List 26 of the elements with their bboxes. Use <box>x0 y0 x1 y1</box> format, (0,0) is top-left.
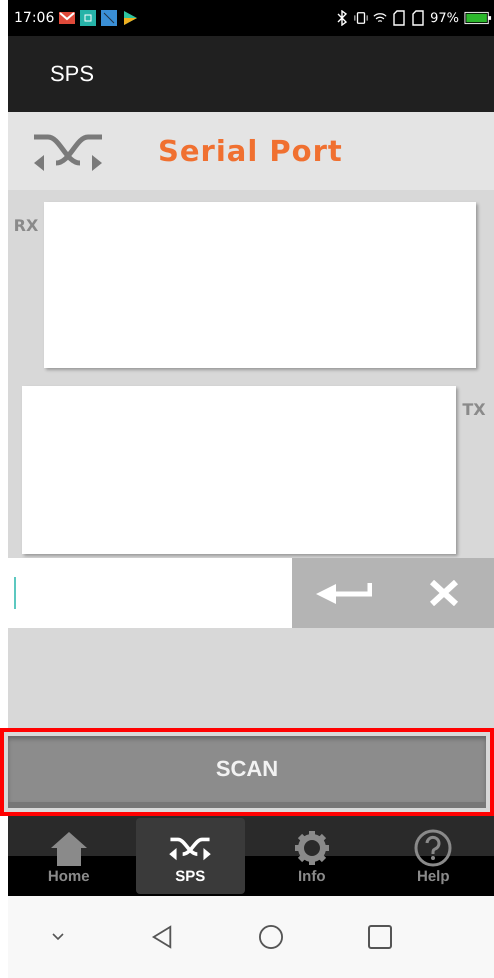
rx-label: RX <box>12 215 40 237</box>
tab[interactable]: Info <box>257 818 366 894</box>
tx-label: TX <box>461 399 487 421</box>
vibrate-icon <box>354 10 368 26</box>
scan-icon <box>80 10 96 26</box>
sim-icon <box>411 10 426 26</box>
home-button-icon[interactable] <box>258 925 282 949</box>
tab[interactable]: Help <box>378 818 488 894</box>
tab[interactable]: Home <box>14 818 124 894</box>
bluetooth-icon <box>335 10 350 26</box>
app-title: SPS <box>50 61 94 87</box>
return-arrow-icon <box>314 581 372 605</box>
clock-time: 17:06 <box>14 10 54 26</box>
battery-icon <box>464 11 492 25</box>
tab[interactable]: SPS <box>136 818 245 894</box>
input-field[interactable] <box>8 558 292 628</box>
header-title: Serial Port <box>158 134 343 168</box>
battery-percent: 97% <box>430 10 459 26</box>
chevron-down-icon[interactable] <box>50 932 64 942</box>
play-store-icon <box>122 10 138 26</box>
mail-icon <box>59 10 76 26</box>
back-icon[interactable] <box>150 925 174 949</box>
sim-icon <box>392 10 406 26</box>
close-icon <box>428 580 458 606</box>
recents-icon[interactable] <box>368 925 392 949</box>
app-icon <box>101 10 118 26</box>
